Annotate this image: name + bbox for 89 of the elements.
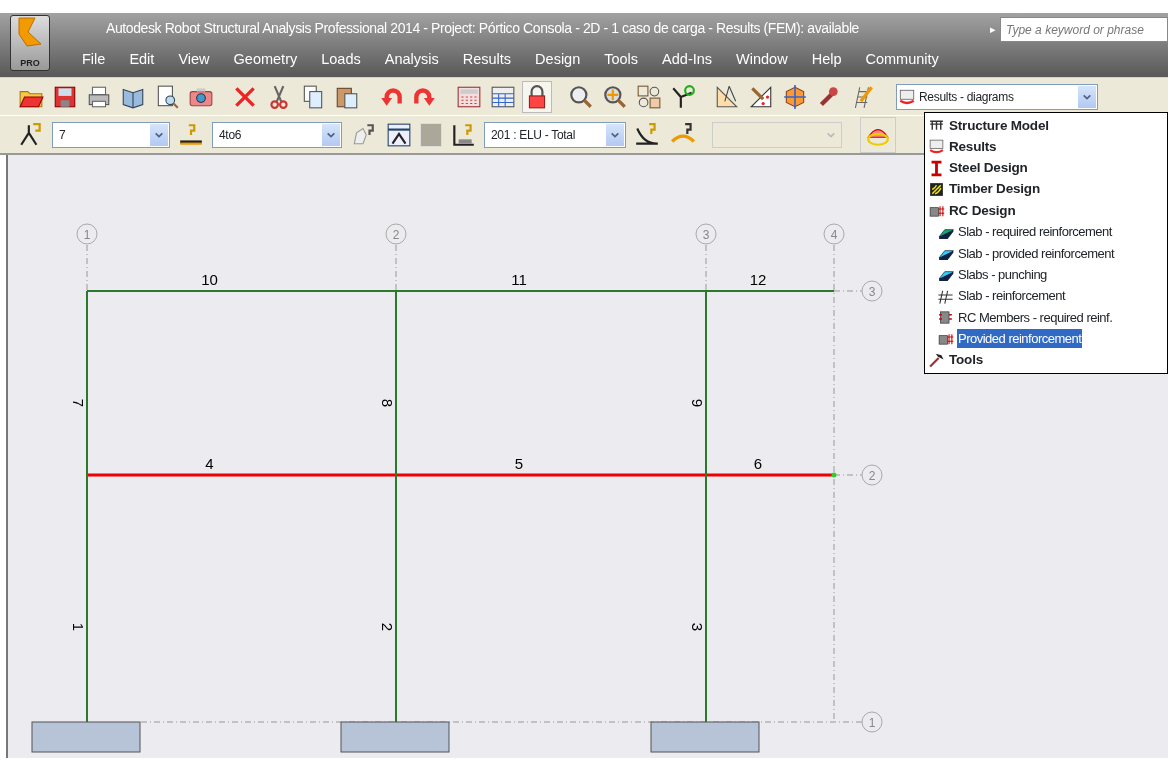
grid-line xyxy=(705,244,707,292)
item-label: Timber Design xyxy=(948,180,1041,199)
member-label: 10 xyxy=(201,271,218,288)
diagram-button[interactable] xyxy=(860,116,896,153)
view-grid-icon xyxy=(636,83,662,110)
window-title: Autodesk Robot Structural Analysis Professional 2014 - Project: Pórtico Consola - 2D - 1 caso de carga - Results (FEM): available xyxy=(105,19,860,38)
member-label: 5 xyxy=(514,455,524,472)
member-label: 4 xyxy=(205,455,214,472)
member-label: 7 xyxy=(70,398,87,408)
item-label: Slabs - punching xyxy=(957,265,1048,284)
menu-item[interactable]: Community xyxy=(853,44,951,71)
timber-icon xyxy=(928,181,945,199)
item-label: Slab - provided reinforcement xyxy=(957,244,1116,263)
axis-icon xyxy=(670,83,696,110)
dropdown-item[interactable]: Slab - provided reinforcement xyxy=(925,242,1167,265)
logo-label: PRO xyxy=(20,56,40,70)
member-label: 2 xyxy=(379,622,396,632)
grid-line xyxy=(395,244,397,292)
dropdown-item[interactable]: Slab - required reinforcement xyxy=(925,221,1167,243)
item-label: Slab - reinforcement xyxy=(957,287,1067,306)
grid-axis-marker: 2 xyxy=(861,464,883,486)
search-field[interactable]: Type a keyword or phrase xyxy=(1000,17,1168,42)
item-label: RC Members - required reinf. xyxy=(957,308,1114,327)
dropdown-value: 4to6 xyxy=(218,126,243,144)
menu-item[interactable]: Analysis xyxy=(372,44,451,71)
dropdown-value: Results - diagrams xyxy=(918,88,1015,106)
item-label: Provided reinforcement xyxy=(957,328,1083,349)
menu-item[interactable]: Add-Ins xyxy=(650,44,725,71)
menu-item[interactable]: Results xyxy=(450,44,524,71)
grid-axis-marker: 1 xyxy=(76,223,98,245)
dropdown-value: 201 : ELU - Total xyxy=(490,126,577,144)
selection-dropdown[interactable]: 4to6 xyxy=(212,121,342,148)
menu-item[interactable]: Tools xyxy=(592,44,651,71)
dropdown-item[interactable]: Provided reinforcement xyxy=(925,327,1167,350)
item-label: RC Design xyxy=(948,201,1017,220)
zoom-pan-icon xyxy=(602,83,628,110)
cube-icon xyxy=(782,83,808,110)
dropdown-item[interactable]: Results xyxy=(925,136,1167,158)
frame-view-icon xyxy=(386,121,412,148)
grid-axis-marker: 1 xyxy=(861,711,883,733)
rc-member-icon xyxy=(937,308,954,326)
selection-dropdown[interactable]: 7 xyxy=(52,121,170,148)
grid-axis-marker: 3 xyxy=(695,223,717,245)
color-swatch xyxy=(420,122,442,147)
results-diagram-icon xyxy=(928,138,945,156)
selection-dropdown[interactable]: 201 : ELU - Total xyxy=(484,121,626,148)
member-label: 6 xyxy=(753,455,763,472)
member-label: 1 xyxy=(70,622,87,632)
menu-item[interactable]: Geometry xyxy=(221,44,310,71)
load-case-icon xyxy=(450,121,476,148)
dropdown-item[interactable]: Slab - reinforcement xyxy=(925,285,1167,307)
dropdown-item[interactable]: Steel Design xyxy=(925,157,1167,179)
grid-line xyxy=(86,244,88,292)
member-label: 9 xyxy=(689,398,706,408)
item-label: Slab - required reinforcement xyxy=(957,223,1113,242)
dropdown-item[interactable]: Slabs - punching xyxy=(925,264,1167,286)
zoom-icon xyxy=(568,83,594,110)
dropdown-value: 7 xyxy=(58,126,67,144)
hammer-icon xyxy=(928,351,945,369)
item-label: Steel Design xyxy=(948,159,1029,178)
member-label: 8 xyxy=(379,398,396,408)
dropdown-item[interactable]: RC Design xyxy=(925,200,1167,222)
dropdown-item[interactable]: Tools xyxy=(925,349,1167,371)
item-label: Tools xyxy=(948,350,984,369)
member-label: 11 xyxy=(511,271,527,288)
item-label: Results xyxy=(948,137,998,156)
member-label: 3 xyxy=(689,622,706,632)
dropdown-item[interactable]: Structure Model xyxy=(925,115,1167,137)
item-label: Structure Model xyxy=(948,116,1050,135)
menu-item[interactable]: Window xyxy=(724,44,800,71)
menu-item[interactable]: Loads xyxy=(309,44,373,71)
diagram-query-icon xyxy=(634,121,660,148)
grid-axis-marker: 2 xyxy=(385,223,407,245)
dropdown-item[interactable]: Timber Design xyxy=(925,178,1167,201)
menu-item[interactable]: Edit xyxy=(117,44,167,71)
menu-item[interactable]: File xyxy=(70,44,118,71)
member-label: 12 xyxy=(749,271,767,288)
padlock-button[interactable] xyxy=(522,80,552,113)
menu-item[interactable]: View xyxy=(166,44,222,71)
menu-item[interactable]: Help xyxy=(799,44,854,71)
menu-item[interactable]: Design xyxy=(523,44,593,71)
dropdown-item[interactable]: RC Members - required reinf. xyxy=(925,306,1167,328)
node-point xyxy=(831,472,837,478)
grid-axis-marker: 3 xyxy=(861,280,883,302)
bar-selection-icon xyxy=(178,121,204,148)
layout-dropdown[interactable]: Results - diagrams xyxy=(896,83,1098,110)
results-diagram-icon xyxy=(897,87,917,106)
grid-axis-marker: 4 xyxy=(823,223,845,245)
node-selection-icon xyxy=(18,121,44,148)
